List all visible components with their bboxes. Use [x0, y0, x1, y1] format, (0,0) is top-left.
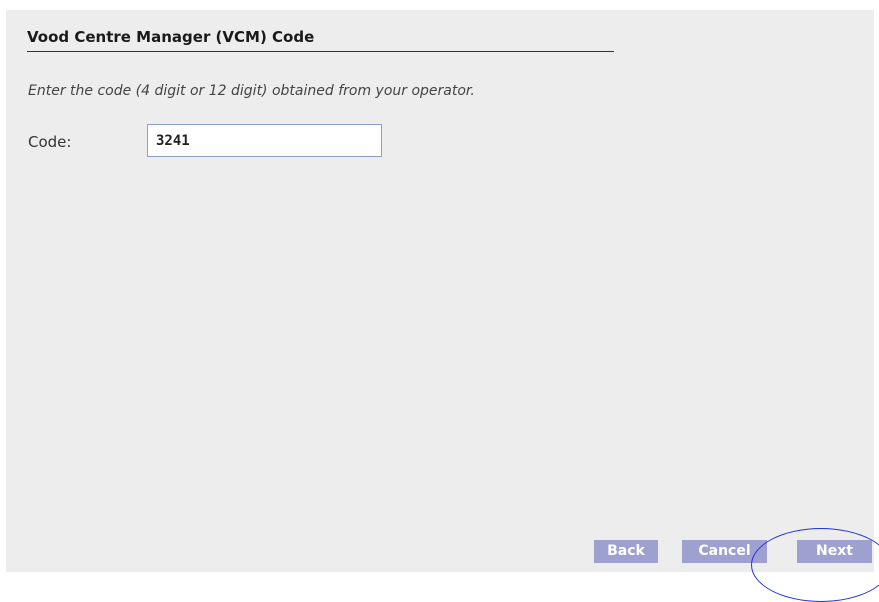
cancel-button[interactable]: Cancel: [682, 540, 767, 563]
page-title: Vood Centre Manager (VCM) Code: [27, 28, 315, 46]
next-button[interactable]: Next: [797, 540, 872, 563]
code-input[interactable]: [147, 124, 382, 157]
instruction-text: Enter the code (4 digit or 12 digit) obt…: [28, 83, 475, 99]
title-divider: [27, 51, 614, 52]
back-button[interactable]: Back: [594, 540, 658, 563]
code-label: Code:: [28, 133, 72, 151]
